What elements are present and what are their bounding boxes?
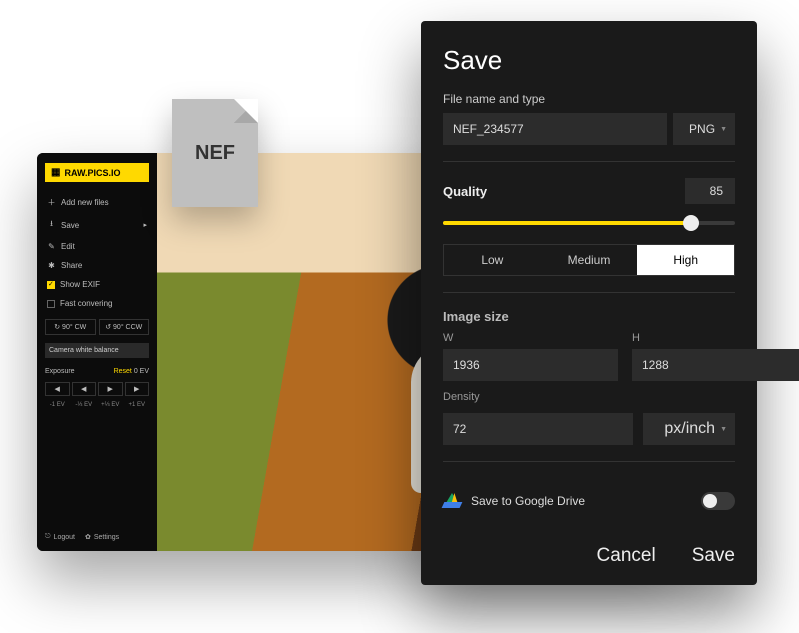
gear-icon: ✿: [85, 533, 91, 541]
gdrive-row: Save to Google Drive: [443, 492, 735, 510]
menu-label: Show EXIF: [60, 280, 100, 289]
menu-save[interactable]: ⭳ Save ▸: [45, 215, 149, 235]
width-input[interactable]: [443, 349, 618, 381]
quality-value[interactable]: 85: [685, 178, 735, 204]
panel-actions: Cancel Save: [443, 525, 735, 567]
height-label: H: [632, 332, 799, 344]
checkbox-checked-icon: [47, 281, 55, 289]
ev-label: +⅓ EV: [98, 402, 123, 408]
app-logo: ▦ RAW.PICS.IO: [45, 163, 149, 182]
menu-label: Add new files: [61, 198, 109, 207]
menu-label: Share: [61, 261, 82, 270]
divider: [443, 161, 735, 162]
gdrive-label: Save to Google Drive: [471, 494, 691, 508]
menu-label: Edit: [61, 242, 75, 251]
menu-label: Save: [61, 221, 79, 230]
ev-buttons: ◀ ◀ ▶ ▶: [45, 382, 149, 396]
slider-thumb[interactable]: [683, 215, 699, 231]
sidebar: ▦ RAW.PICS.IO ＋ Add new files ⭳ Save ▸ ✎…: [37, 153, 157, 551]
filetype-value: PNG: [689, 122, 715, 136]
ev-label: -⅓ EV: [72, 402, 97, 408]
ev-plus-third[interactable]: ▶: [98, 382, 123, 396]
sidebar-footer: ⎋Logout ✿Settings: [45, 533, 149, 541]
filename-input[interactable]: [443, 113, 667, 145]
film-icon: ▦: [51, 167, 60, 178]
gdrive-toggle[interactable]: [701, 492, 735, 510]
settings-label: Settings: [94, 534, 119, 541]
logo-text: RAW.PICS.IO: [64, 168, 120, 178]
quality-high[interactable]: High: [637, 245, 734, 275]
plus-icon: ＋: [47, 197, 56, 208]
chevron-down-icon: ▼: [720, 426, 727, 433]
rotate-row: ↻ 90° CW ↺ 90° CCW: [45, 319, 149, 335]
exposure-value: 0 EV: [134, 368, 149, 375]
divider: [443, 292, 735, 293]
filetype-select[interactable]: PNG ▼: [673, 113, 735, 145]
chevron-right-icon: ▸: [143, 221, 147, 229]
cancel-button[interactable]: Cancel: [597, 545, 656, 567]
logout-label: Logout: [54, 534, 75, 541]
download-icon: ⭳: [47, 218, 56, 232]
save-panel: Save File name and type PNG ▼ Quality 85…: [421, 21, 757, 585]
pencil-icon: ✎: [47, 242, 56, 251]
quality-label: Quality: [443, 184, 487, 199]
ev-plus-1[interactable]: ▶: [125, 382, 150, 396]
density-label: Density: [443, 391, 735, 403]
quality-low[interactable]: Low: [444, 245, 541, 275]
width-label: W: [443, 332, 618, 344]
share-icon: ✱: [47, 261, 56, 270]
exposure-header: Exposure Reset 0 EV: [45, 368, 149, 375]
quality-medium[interactable]: Medium: [541, 245, 638, 275]
checkbox-unchecked-icon: [47, 300, 55, 308]
ev-label: -1 EV: [45, 402, 70, 408]
chevron-down-icon: ▼: [720, 126, 727, 133]
exposure-label: Exposure: [45, 368, 75, 375]
menu-add-files[interactable]: ＋ Add new files: [45, 194, 149, 211]
ev-label: +1 EV: [125, 402, 150, 408]
logout-button[interactable]: ⎋Logout: [45, 533, 75, 541]
menu-share[interactable]: ✱ Share: [45, 258, 149, 273]
file-extension: NEF: [195, 142, 235, 165]
rotate-ccw-button[interactable]: ↺ 90° CCW: [99, 319, 150, 335]
panel-title: Save: [443, 45, 735, 76]
density-input[interactable]: [443, 413, 633, 445]
density-unit-value: px/inch: [664, 420, 715, 438]
divider: [443, 461, 735, 462]
quality-segmented: Low Medium High: [443, 244, 735, 276]
quality-slider[interactable]: [443, 214, 735, 232]
white-balance-select[interactable]: Camera white balance: [45, 343, 149, 358]
settings-button[interactable]: ✿Settings: [85, 533, 119, 541]
exposure-reset[interactable]: Reset: [114, 368, 132, 375]
logout-icon: ⎋: [45, 533, 51, 541]
save-button[interactable]: Save: [692, 545, 735, 567]
rotate-cw-button[interactable]: ↻ 90° CW: [45, 319, 96, 335]
menu-fast-converting[interactable]: Fast convering: [45, 296, 149, 311]
file-type-badge: NEF: [172, 99, 258, 207]
density-unit-select[interactable]: px/inch ▼: [643, 413, 735, 445]
ev-minus-third[interactable]: ◀: [72, 382, 97, 396]
menu-edit[interactable]: ✎ Edit: [45, 239, 149, 254]
ev-minus-1[interactable]: ◀: [45, 382, 70, 396]
menu-show-exif[interactable]: Show EXIF: [45, 277, 149, 292]
ev-labels: -1 EV -⅓ EV +⅓ EV +1 EV: [45, 402, 149, 408]
image-size-label: Image size: [443, 309, 735, 324]
google-drive-icon: [443, 493, 461, 509]
filename-label: File name and type: [443, 92, 735, 106]
height-input[interactable]: [632, 349, 799, 381]
menu-label: Fast convering: [60, 299, 112, 308]
